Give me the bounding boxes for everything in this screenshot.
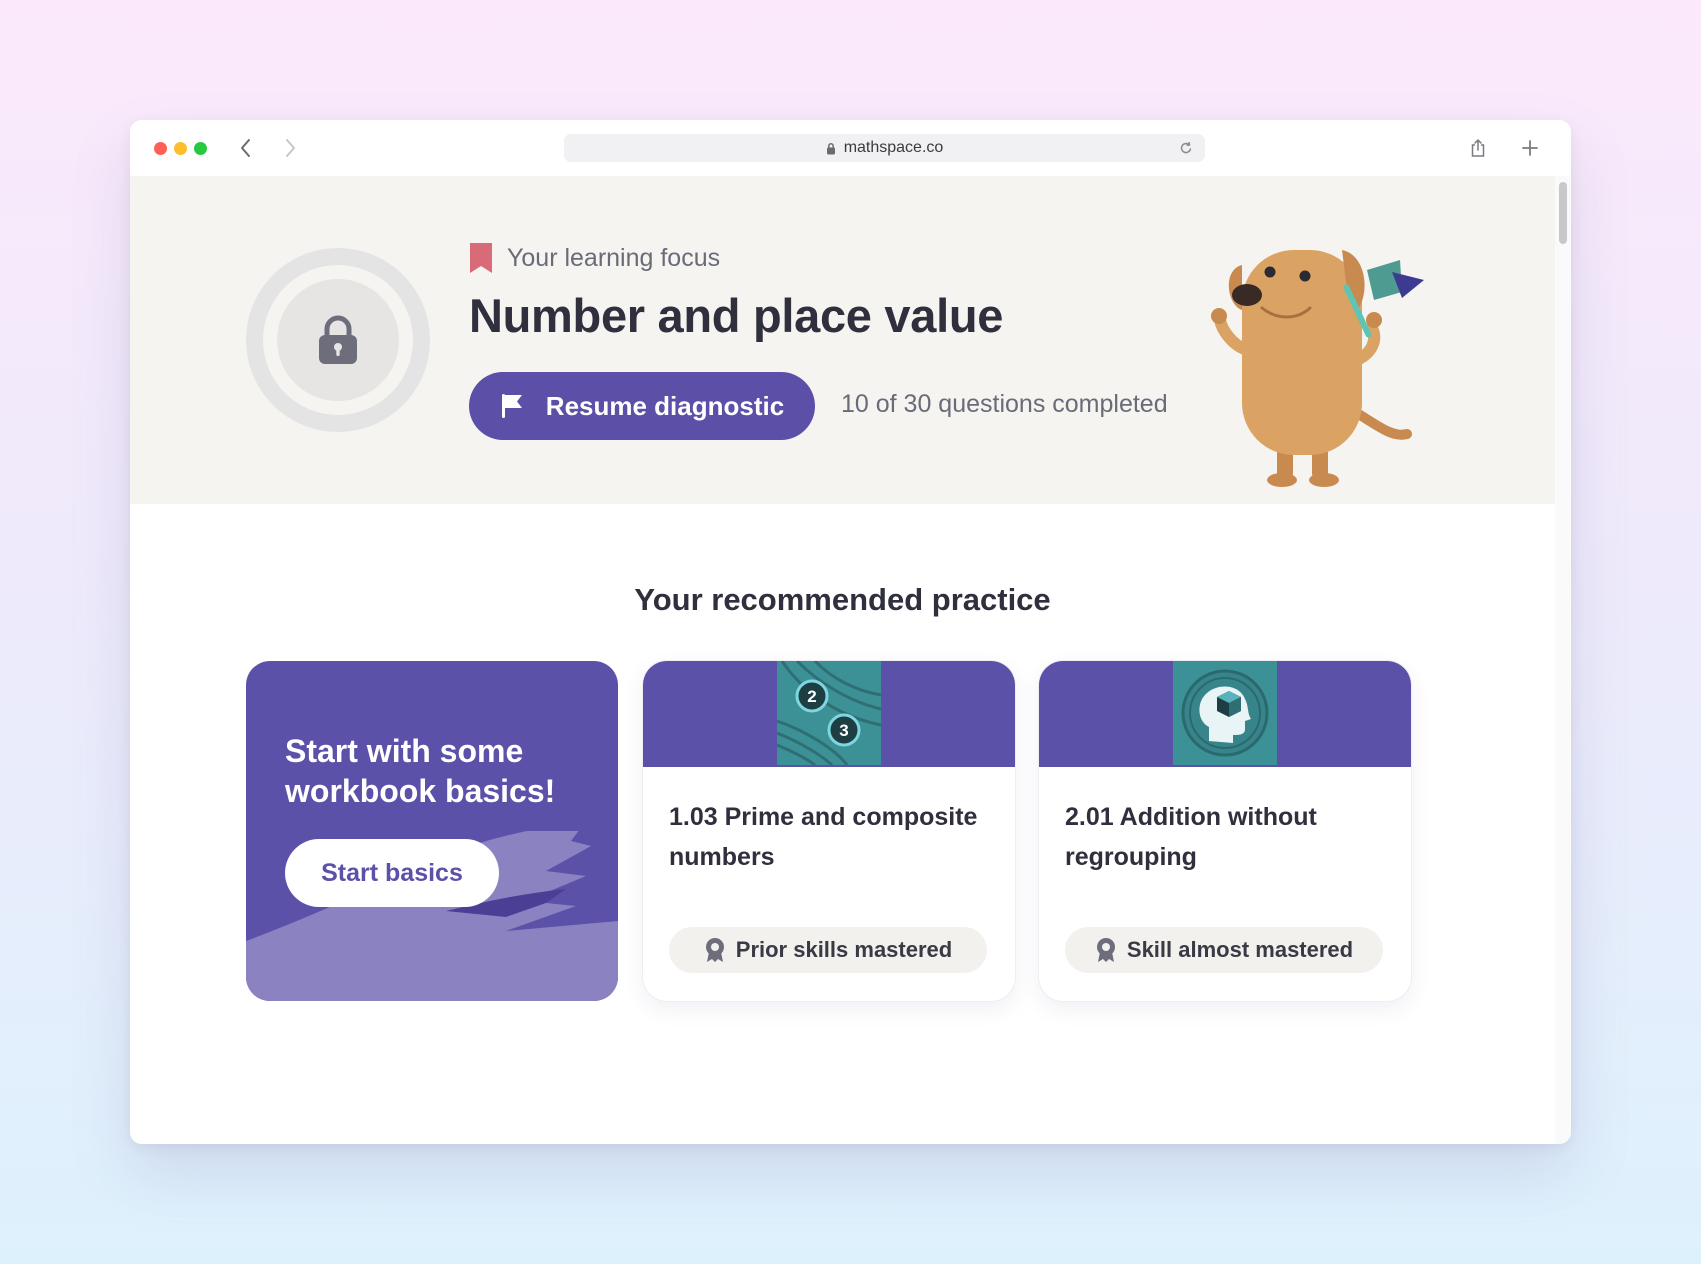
diagnostic-progress: 10 of 30 questions completed (841, 390, 1168, 418)
forward-button[interactable] (276, 134, 304, 162)
page-scrollbar[interactable] (1555, 176, 1571, 1144)
chevron-right-icon (286, 139, 295, 157)
mastery-status-text: Skill almost mastered (1126, 937, 1354, 962)
skill-card[interactable]: 2.01 Addition without regrouping Skill a… (1039, 661, 1411, 1001)
new-tab-button[interactable] (1516, 134, 1544, 162)
share-icon (1471, 138, 1485, 157)
browser-toolbar: mathspace.co (130, 120, 1571, 176)
award-ribbon-icon (704, 937, 726, 963)
close-window-button[interactable] (154, 142, 167, 155)
learning-focus-hero: Your learning focus Number and place val… (130, 176, 1555, 504)
prime-numbers-icon: 2 3 (776, 661, 882, 767)
focus-topic-title: Number and place value (469, 289, 1004, 342)
minimize-window-button[interactable] (174, 142, 187, 155)
workbook-basics-card[interactable]: Start with some workbook basics! Start b… (246, 661, 618, 1001)
skill-title: 2.01 Addition without regrouping (1065, 803, 1317, 871)
workbook-basics-title: Start with some workbook basics! (285, 733, 556, 809)
learning-focus-label: Your learning focus (469, 242, 720, 274)
number-two-label: 2 (807, 687, 816, 706)
zoom-window-button[interactable] (194, 142, 207, 155)
award-ribbon-icon (1095, 937, 1117, 963)
locked-topic-badge (246, 248, 430, 432)
bookmark-icon (469, 242, 493, 274)
resume-diagnostic-button[interactable]: Resume diagnostic (469, 372, 815, 440)
start-basics-button[interactable]: Start basics (285, 839, 499, 907)
mastery-status-badge: Skill almost mastered (1065, 927, 1383, 973)
back-button[interactable] (232, 134, 260, 162)
flag-icon (500, 392, 524, 420)
lock-icon (826, 142, 836, 155)
share-button[interactable] (1464, 134, 1492, 162)
number-three-label: 3 (839, 721, 848, 740)
url-text: mathspace.co (843, 139, 944, 156)
resume-diagnostic-label: Resume diagnostic (545, 390, 785, 421)
browser-window: mathspace.co Your learning focus Number … (130, 120, 1571, 1144)
dog-mascot-illustration (1211, 250, 1424, 487)
head-cube-icon (1173, 661, 1277, 765)
plus-icon (1522, 140, 1538, 156)
padlock-icon (319, 315, 357, 364)
mastery-status-badge: Prior skills mastered (669, 927, 987, 973)
mastery-status-text: Prior skills mastered (735, 937, 953, 962)
chevron-left-icon (241, 139, 250, 157)
scrollbar-thumb[interactable] (1559, 182, 1567, 244)
reload-icon[interactable] (1179, 140, 1193, 156)
page-content: Your learning focus Number and place val… (130, 176, 1555, 1144)
address-bar[interactable]: mathspace.co (564, 134, 1205, 162)
skill-card[interactable]: 2 3 1.03 Prime and composite numbers Pri… (643, 661, 1015, 1001)
learning-focus-text: Your learning focus (507, 243, 721, 272)
skill-title: 1.03 Prime and composite numbers (669, 803, 978, 871)
recommended-practice-heading: Your recommended practice (634, 582, 1051, 617)
